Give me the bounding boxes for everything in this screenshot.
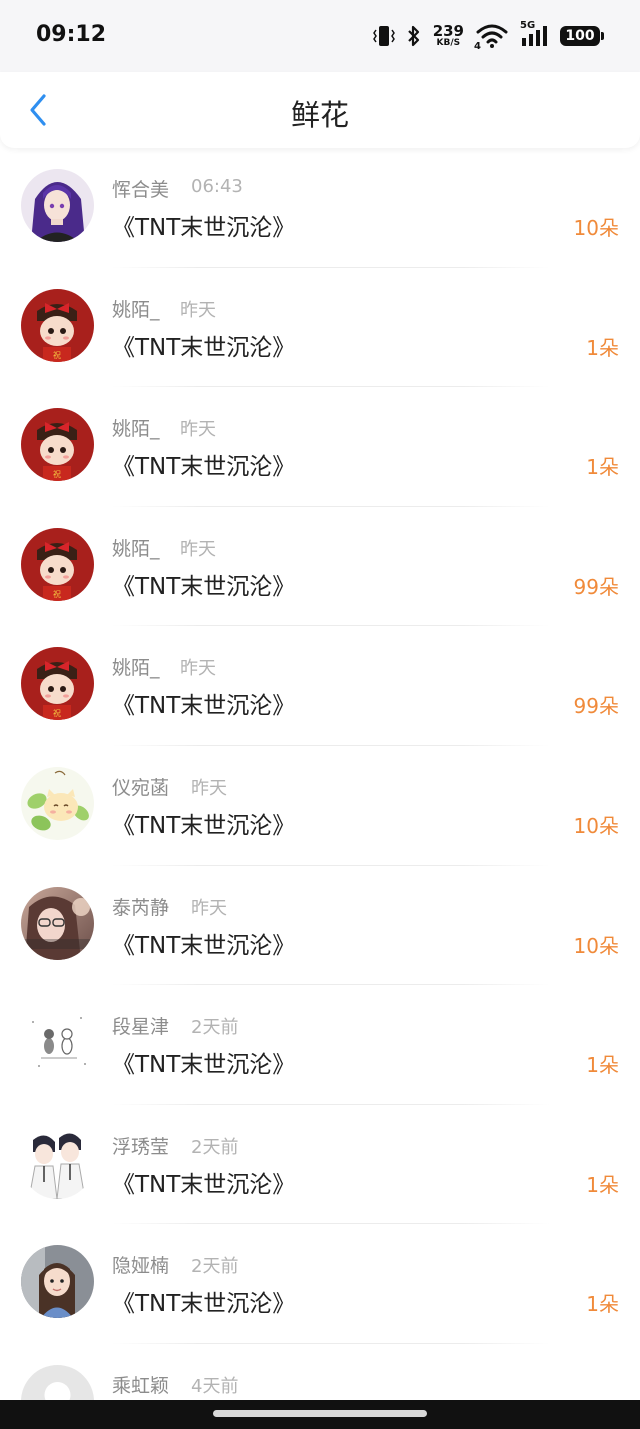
status-time: 09:12 xyxy=(36,22,107,47)
list-item[interactable]: 隐娅楠 2天前 《TNT末世沉沦》 1朵 xyxy=(0,1224,640,1344)
net-speed-value: 239 xyxy=(432,22,464,40)
book-title[interactable]: 《TNT末世沉沦》 xyxy=(112,208,295,242)
wifi-icon: 4 xyxy=(474,24,508,52)
gift-time: 昨天 xyxy=(180,419,216,441)
gift-time: 2天前 xyxy=(191,1256,239,1278)
user-name: 隐娅楠 xyxy=(112,1255,170,1278)
list-item[interactable]: 祝 姚陌_ 昨天 《TNT末世沉沦》 99朵 xyxy=(0,507,640,627)
book-title[interactable]: 《TNT末世沉沦》 xyxy=(112,1045,295,1079)
book-title[interactable]: 《TNT末世沉沦》 xyxy=(112,806,295,840)
gift-time: 昨天 xyxy=(180,299,216,321)
user-name: 姚陌_ xyxy=(112,537,160,560)
flower-count: 1朵 xyxy=(586,1292,619,1317)
list-item[interactable]: 段星津 2天前 《TNT末世沉沦》 1朵 xyxy=(0,985,640,1105)
status-bar: 09:12 239 KB/S 4 5G 100 xyxy=(0,0,640,72)
flower-list: 恽合美 06:43 《TNT末世沉沦》 10朵 祝 姚陌_ 昨天 《TNT末世沉… xyxy=(0,148,640,1400)
red-bow-girl-avatar[interactable]: 祝 xyxy=(21,408,94,482)
user-name: 浮琇莹 xyxy=(112,1135,170,1158)
home-indicator[interactable] xyxy=(213,1410,427,1417)
girl-photo-avatar[interactable] xyxy=(21,886,94,960)
book-title[interactable]: 《TNT末世沉沦》 xyxy=(112,686,295,720)
flower-count: 10朵 xyxy=(573,813,619,838)
list-item[interactable]: 祝 姚陌_ 昨天 《TNT末世沉沦》 99朵 xyxy=(0,626,640,746)
gift-time: 06:43 xyxy=(191,176,243,197)
red-bow-girl-avatar[interactable]: 祝 xyxy=(21,288,94,362)
signal-icon: 5G xyxy=(520,20,548,48)
user-name: 仪宛菡 xyxy=(112,776,170,799)
battery-icon: 100 xyxy=(560,26,604,46)
list-item[interactable]: 恽合美 06:43 《TNT末世沉沦》 10朵 xyxy=(0,148,640,268)
user-name: 乘虹颖 xyxy=(112,1374,170,1397)
list-item[interactable]: 泰芮静 昨天 《TNT末世沉沦》 10朵 xyxy=(0,866,640,986)
page-title: 鲜花 xyxy=(290,98,349,132)
cartoon-cat-leaf-avatar[interactable] xyxy=(21,766,94,840)
gift-time: 昨天 xyxy=(180,538,216,560)
anime-couple-avatar[interactable] xyxy=(21,1125,94,1199)
status-icons: 239 KB/S 4 5G 100 xyxy=(372,20,604,52)
book-title[interactable]: 《TNT末世沉沦》 xyxy=(112,328,295,362)
flower-count: 1朵 xyxy=(586,455,619,480)
list-item[interactable]: 浮琇莹 2天前 《TNT末世沉沦》 1朵 xyxy=(0,1105,640,1225)
nav-bar: 鲜花 xyxy=(0,72,640,148)
gift-time: 昨天 xyxy=(191,777,227,799)
purple-hair-girl-avatar[interactable] xyxy=(21,169,94,242)
gift-time: 昨天 xyxy=(191,897,227,919)
user-name: 段星津 xyxy=(112,1016,170,1039)
flower-count: 1朵 xyxy=(586,335,619,360)
flower-count: 10朵 xyxy=(573,933,619,958)
red-bow-girl-avatar[interactable]: 祝 xyxy=(21,527,94,601)
wifi-sub: 4 xyxy=(474,41,481,52)
list-item[interactable]: 祝 姚陌_ 昨天 《TNT末世沉沦》 1朵 xyxy=(0,387,640,507)
vibrate-icon xyxy=(372,24,395,48)
bluetooth-icon xyxy=(407,24,421,48)
svg-text:祝: 祝 xyxy=(53,350,61,360)
book-title[interactable]: 《TNT末世沉沦》 xyxy=(112,926,295,960)
gift-time: 2天前 xyxy=(191,1136,239,1158)
list-item[interactable]: 乘虹颖 4天前 xyxy=(0,1344,640,1400)
user-name: 姚陌_ xyxy=(112,298,160,321)
net-speed: 239 KB/S xyxy=(433,24,464,48)
svg-text:祝: 祝 xyxy=(53,708,61,718)
flower-count: 99朵 xyxy=(573,694,619,719)
gift-time: 昨天 xyxy=(180,658,216,680)
flower-count: 1朵 xyxy=(586,1053,619,1078)
sketch-figures-avatar[interactable] xyxy=(21,1006,94,1080)
list-item[interactable]: 祝 姚陌_ 昨天 《TNT末世沉沦》 1朵 xyxy=(0,268,640,388)
gift-time: 2天前 xyxy=(191,1017,239,1039)
flower-count: 10朵 xyxy=(573,216,619,240)
svg-text:祝: 祝 xyxy=(53,589,61,599)
network-type: 5G xyxy=(520,20,536,31)
book-title[interactable]: 《TNT末世沉沦》 xyxy=(112,1165,295,1199)
flower-count: 99朵 xyxy=(573,574,619,599)
user-name: 姚陌_ xyxy=(112,657,160,680)
red-bow-girl-avatar[interactable]: 祝 xyxy=(21,647,94,721)
flower-count: 1朵 xyxy=(586,1172,619,1197)
child-photo-avatar[interactable] xyxy=(21,1245,94,1319)
user-name: 恽合美 xyxy=(112,179,170,201)
user-name: 泰芮静 xyxy=(112,896,170,919)
svg-text:祝: 祝 xyxy=(53,469,61,479)
book-title[interactable]: 《TNT末世沉沦》 xyxy=(112,567,295,601)
default-gray-avatar[interactable] xyxy=(21,1364,94,1400)
gift-time: 4天前 xyxy=(191,1375,239,1397)
user-name: 姚陌_ xyxy=(112,418,160,441)
book-title[interactable]: 《TNT末世沉沦》 xyxy=(112,447,295,481)
net-speed-unit: KB/S xyxy=(436,38,461,48)
list-item[interactable]: 仪宛菡 昨天 《TNT末世沉沦》 10朵 xyxy=(0,746,640,866)
gesture-bar xyxy=(0,1400,640,1429)
book-title[interactable]: 《TNT末世沉沦》 xyxy=(112,1284,295,1318)
